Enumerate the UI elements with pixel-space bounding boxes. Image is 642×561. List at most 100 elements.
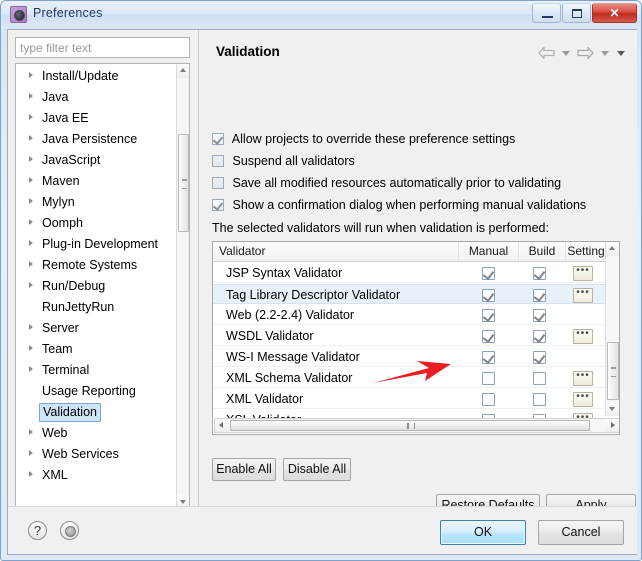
expand-arrow-icon[interactable] — [29, 282, 33, 288]
checkbox-checked-icon[interactable] — [482, 289, 495, 302]
setting-cell[interactable] — [573, 305, 597, 325]
checkbox-checked-icon[interactable] — [482, 351, 495, 364]
option-show-confirmation[interactable]: Show a confirmation dialog when performi… — [212, 196, 586, 214]
table-row[interactable]: Web (2.2-2.4) Validator — [213, 305, 619, 325]
checkbox-checked-icon[interactable] — [533, 267, 546, 280]
build-cell[interactable] — [533, 263, 553, 283]
settings-ellipsis-button[interactable]: ••• — [573, 392, 593, 407]
manual-cell[interactable] — [482, 368, 502, 388]
column-header-manual[interactable]: Manual — [459, 242, 519, 261]
expand-arrow-icon[interactable] — [29, 114, 33, 120]
back-arrow-icon[interactable] — [538, 44, 556, 62]
sidebar-item-remote-systems[interactable]: Remote Systems — [16, 255, 178, 276]
checkbox-unchecked-icon[interactable] — [212, 155, 224, 167]
expand-arrow-icon[interactable] — [29, 345, 33, 351]
scrollbar-thumb[interactable] — [607, 342, 619, 400]
checkbox-checked-icon[interactable] — [533, 351, 546, 364]
expand-arrow-icon[interactable] — [29, 324, 33, 330]
option-suspend-all[interactable]: Suspend all validators — [212, 152, 355, 170]
tree-vertical-scrollbar[interactable] — [176, 64, 189, 509]
column-header-validator[interactable]: Validator — [213, 242, 459, 261]
column-header-build[interactable]: Build — [519, 242, 566, 261]
setting-cell[interactable]: ••• — [573, 368, 597, 388]
expand-arrow-icon[interactable] — [29, 156, 33, 162]
expand-arrow-icon[interactable] — [29, 450, 33, 456]
checkbox-unchecked-icon[interactable] — [533, 372, 546, 385]
table-row[interactable]: JSP Syntax Validator ••• — [213, 263, 619, 283]
enable-all-button[interactable]: Enable All — [212, 458, 276, 481]
forward-dropdown-icon[interactable] — [600, 44, 611, 62]
checkbox-checked-icon[interactable] — [212, 199, 224, 211]
build-cell[interactable] — [533, 347, 553, 367]
column-header-setting[interactable]: Setting — [566, 242, 606, 261]
scroll-right-icon[interactable] — [605, 419, 619, 432]
sidebar-item-mylyn[interactable]: Mylyn — [16, 192, 178, 213]
setting-cell[interactable] — [573, 347, 597, 367]
sidebar-item-java-ee[interactable]: Java EE — [16, 108, 178, 129]
checkbox-unchecked-icon[interactable] — [482, 393, 495, 406]
view-menu-icon[interactable] — [616, 44, 627, 62]
expand-arrow-icon[interactable] — [29, 429, 33, 435]
sidebar-item-run-debug[interactable]: Run/Debug — [16, 276, 178, 297]
sidebar-item-validation[interactable]: Validation — [16, 402, 178, 423]
expand-arrow-icon[interactable] — [29, 240, 33, 246]
filter-input[interactable]: type filter text — [15, 37, 190, 58]
sidebar-item-plug-in-development[interactable]: Plug-in Development — [16, 234, 178, 255]
scroll-up-icon[interactable] — [606, 242, 619, 256]
setting-cell[interactable]: ••• — [573, 326, 597, 346]
sidebar-item-xml[interactable]: XML — [16, 465, 178, 486]
checkbox-checked-icon[interactable] — [482, 267, 495, 280]
sidebar-item-runjettyrun[interactable]: RunJettyRun — [16, 297, 178, 318]
expand-arrow-icon[interactable] — [29, 261, 33, 267]
close-button[interactable]: ✕ — [592, 3, 637, 23]
checkbox-checked-icon[interactable] — [482, 309, 495, 322]
forward-arrow-icon[interactable] — [577, 44, 595, 62]
minimize-button[interactable] — [532, 3, 561, 23]
sidebar-item-javascript[interactable]: JavaScript — [16, 150, 178, 171]
settings-ellipsis-button[interactable]: ••• — [573, 371, 593, 386]
scrollbar-thumb[interactable] — [178, 134, 189, 232]
checkbox-unchecked-icon[interactable] — [533, 393, 546, 406]
build-cell[interactable] — [533, 285, 553, 305]
setting-cell[interactable]: ••• — [573, 389, 597, 409]
sidebar-item-oomph[interactable]: Oomph — [16, 213, 178, 234]
manual-cell[interactable] — [482, 285, 502, 305]
checkbox-checked-icon[interactable] — [533, 330, 546, 343]
table-row[interactable]: Tag Library Descriptor Validator ••• — [213, 284, 619, 304]
sidebar-item-team[interactable]: Team — [16, 339, 178, 360]
expand-arrow-icon[interactable] — [29, 72, 33, 78]
manual-cell[interactable] — [482, 263, 502, 283]
scroll-up-icon[interactable] — [177, 64, 189, 78]
sidebar-item-server[interactable]: Server — [16, 318, 178, 339]
checkbox-unchecked-icon[interactable] — [212, 177, 224, 189]
table-horizontal-scrollbar[interactable] — [214, 418, 619, 433]
sidebar-item-terminal[interactable]: Terminal — [16, 360, 178, 381]
manual-cell[interactable] — [482, 305, 502, 325]
setting-cell[interactable]: ••• — [573, 263, 597, 283]
back-dropdown-icon[interactable] — [561, 44, 572, 62]
setting-cell[interactable]: ••• — [573, 285, 597, 305]
settings-ellipsis-button[interactable]: ••• — [573, 266, 593, 281]
help-icon[interactable]: ? — [28, 521, 47, 540]
sidebar-item-usage-reporting[interactable]: Usage Reporting — [16, 381, 178, 402]
sidebar-item-web[interactable]: Web — [16, 423, 178, 444]
manual-cell[interactable] — [482, 389, 502, 409]
expand-arrow-icon[interactable] — [29, 219, 33, 225]
build-cell[interactable] — [533, 389, 553, 409]
sidebar-item-java-persistence[interactable]: Java Persistence — [16, 129, 178, 150]
sidebar-item-install-update[interactable]: Install/Update — [16, 66, 178, 87]
manual-cell[interactable] — [482, 347, 502, 367]
sidebar-item-maven[interactable]: Maven — [16, 171, 178, 192]
build-cell[interactable] — [533, 326, 553, 346]
scrollbar-thumb[interactable] — [230, 420, 590, 431]
checkbox-checked-icon[interactable] — [212, 133, 224, 145]
expand-arrow-icon[interactable] — [29, 93, 33, 99]
checkbox-checked-icon[interactable] — [482, 330, 495, 343]
settings-ellipsis-button[interactable]: ••• — [573, 288, 593, 303]
table-vertical-scrollbar[interactable] — [605, 242, 619, 416]
manual-cell[interactable] — [482, 326, 502, 346]
preferences-tree[interactable]: Install/Update Java Java EE Java Persistenc… — [15, 63, 190, 510]
expand-arrow-icon[interactable] — [29, 366, 33, 372]
expand-arrow-icon[interactable] — [29, 135, 33, 141]
expand-arrow-icon[interactable] — [29, 471, 33, 477]
